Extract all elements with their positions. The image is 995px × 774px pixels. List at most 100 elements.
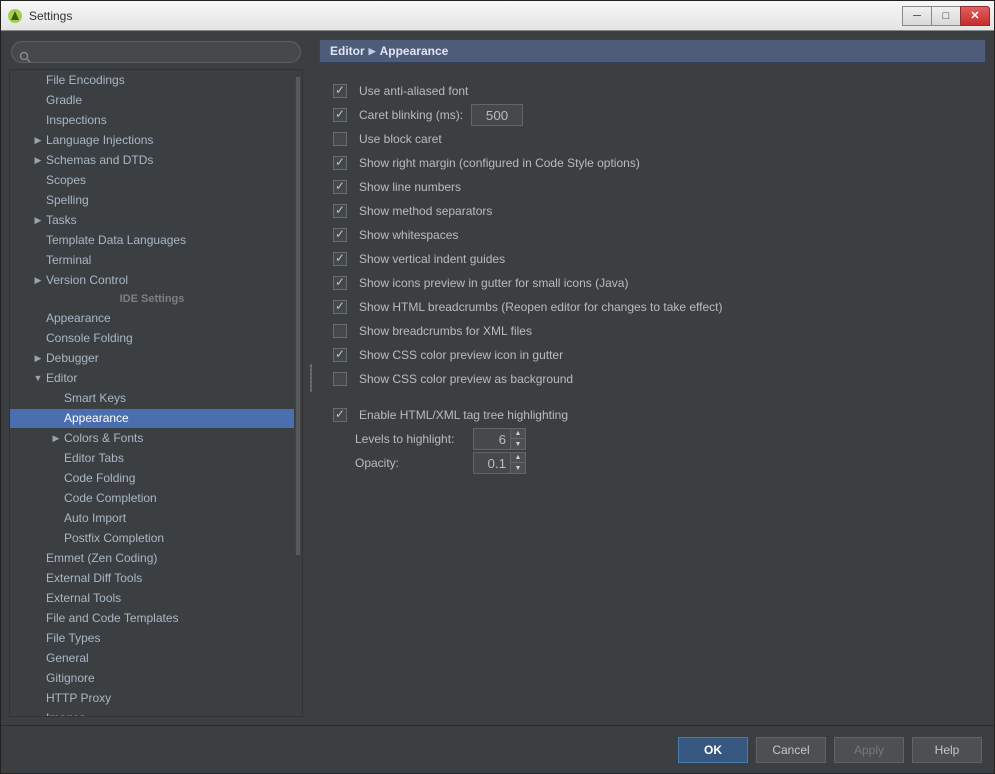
close-button[interactable]: ✕ xyxy=(960,6,990,26)
opacity-spinner[interactable]: ▲▼ xyxy=(473,452,526,474)
tree-item-label: Emmet (Zen Coding) xyxy=(46,549,157,567)
chevron-right-icon[interactable]: ▶ xyxy=(32,349,44,367)
splitter-handle[interactable] xyxy=(309,39,313,717)
tree-item-label: Template Data Languages xyxy=(46,231,186,249)
help-button[interactable]: Help xyxy=(912,737,982,763)
tree-item-label: Gitignore xyxy=(46,669,95,687)
maximize-button[interactable]: □ xyxy=(931,6,961,26)
anti-aliased-label: Use anti-aliased font xyxy=(359,84,468,98)
tree-item[interactable]: Template Data Languages xyxy=(10,231,294,250)
tree-item-label: HTTP Proxy xyxy=(46,689,111,707)
tree-item[interactable]: Terminal xyxy=(10,251,294,270)
ok-button[interactable]: OK xyxy=(678,737,748,763)
tree-item[interactable]: Console Folding xyxy=(10,329,294,348)
indent-guides-checkbox[interactable] xyxy=(333,252,347,266)
tree-item[interactable]: File and Code Templates xyxy=(10,609,294,628)
search-input[interactable] xyxy=(11,41,301,63)
css-bg-checkbox[interactable] xyxy=(333,372,347,386)
line-numbers-checkbox[interactable] xyxy=(333,180,347,194)
caret-blink-checkbox[interactable] xyxy=(333,108,347,122)
tree-item[interactable]: Editor Tabs xyxy=(10,449,294,468)
tree-item[interactable]: ▶Colors & Fonts xyxy=(10,429,294,448)
tree-item-label: Tasks xyxy=(46,211,77,229)
tree-item-label: Colors & Fonts xyxy=(64,429,143,447)
tree-scrollbar[interactable] xyxy=(294,70,302,716)
html-breadcrumbs-label: Show HTML breadcrumbs (Reopen editor for… xyxy=(359,300,723,314)
opacity-input[interactable] xyxy=(473,452,511,474)
tree-item[interactable]: Emmet (Zen Coding) xyxy=(10,549,294,568)
chevron-down-icon[interactable]: ▼ xyxy=(32,369,44,387)
apply-button[interactable]: Apply xyxy=(834,737,904,763)
tree-item[interactable]: External Diff Tools xyxy=(10,569,294,588)
chevron-right-icon[interactable]: ▶ xyxy=(50,429,62,447)
block-caret-checkbox[interactable] xyxy=(333,132,347,146)
tree-item[interactable]: File Types xyxy=(10,629,294,648)
tree-item[interactable]: ▶Language Injections xyxy=(10,131,294,150)
tag-tree-checkbox[interactable] xyxy=(333,408,347,422)
tree-item[interactable]: ▼Editor xyxy=(10,369,294,388)
gutter-icons-checkbox[interactable] xyxy=(333,276,347,290)
tree-item[interactable]: Appearance xyxy=(10,409,294,428)
chevron-right-icon[interactable]: ▶ xyxy=(32,151,44,169)
css-gutter-checkbox[interactable] xyxy=(333,348,347,362)
tree-item-label: Editor xyxy=(46,369,77,387)
tree-item[interactable]: Code Completion xyxy=(10,489,294,508)
tree-item[interactable]: Scopes xyxy=(10,171,294,190)
tree-item[interactable]: File Encodings xyxy=(10,71,294,90)
xml-breadcrumbs-checkbox[interactable] xyxy=(333,324,347,338)
tree-item[interactable]: General xyxy=(10,649,294,668)
tree-item[interactable]: Code Folding xyxy=(10,469,294,488)
tree-item[interactable]: Gradle xyxy=(10,91,294,110)
chevron-right-icon[interactable]: ▶ xyxy=(32,271,44,289)
tree-item[interactable]: ▶Debugger xyxy=(10,349,294,368)
levels-spinner[interactable]: ▲▼ xyxy=(473,428,526,450)
minimize-button[interactable]: ─ xyxy=(902,6,932,26)
tree-item-label: Appearance xyxy=(64,409,129,427)
caret-blink-input[interactable] xyxy=(471,104,523,126)
tree-item[interactable]: Auto Import xyxy=(10,509,294,528)
anti-aliased-checkbox[interactable] xyxy=(333,84,347,98)
tree-item-label: File Types xyxy=(46,629,100,647)
spinner-up-icon[interactable]: ▲ xyxy=(511,453,525,463)
tree-item[interactable]: Images xyxy=(10,709,294,717)
css-gutter-label: Show CSS color preview icon in gutter xyxy=(359,348,563,362)
spinner-down-icon[interactable]: ▼ xyxy=(511,463,525,473)
breadcrumb: Editor ▶ Appearance xyxy=(319,39,986,63)
tree-item[interactable]: External Tools xyxy=(10,589,294,608)
tree-item[interactable]: Smart Keys xyxy=(10,389,294,408)
whitespaces-checkbox[interactable] xyxy=(333,228,347,242)
tree-item[interactable]: HTTP Proxy xyxy=(10,689,294,708)
tree-item[interactable]: Postfix Completion xyxy=(10,529,294,548)
html-breadcrumbs-checkbox[interactable] xyxy=(333,300,347,314)
tag-tree-label: Enable HTML/XML tag tree highlighting xyxy=(359,408,568,422)
spinner-down-icon[interactable]: ▼ xyxy=(511,439,525,449)
tree-item[interactable]: Gitignore xyxy=(10,669,294,688)
tree-item-label: Postfix Completion xyxy=(64,529,164,547)
line-numbers-label: Show line numbers xyxy=(359,180,461,194)
chevron-right-icon[interactable]: ▶ xyxy=(32,211,44,229)
tree-item-label: Gradle xyxy=(46,91,82,109)
tree-item[interactable]: Spelling xyxy=(10,191,294,210)
tree-item[interactable]: ▶Tasks xyxy=(10,211,294,230)
tree-item[interactable]: ▶Version Control xyxy=(10,271,294,290)
whitespaces-label: Show whitespaces xyxy=(359,228,458,242)
window-buttons: ─ □ ✕ xyxy=(903,6,990,26)
window-title: Settings xyxy=(29,9,903,23)
sidebar: File EncodingsGradle Inspections▶Language… xyxy=(9,39,303,717)
breadcrumb-child: Appearance xyxy=(380,44,449,58)
tree-item[interactable]: ▶Schemas and DTDs xyxy=(10,151,294,170)
tree-item[interactable]: Appearance xyxy=(10,309,294,328)
levels-input[interactable] xyxy=(473,428,511,450)
tree-item-label: General xyxy=(46,649,89,667)
levels-label: Levels to highlight: xyxy=(355,432,465,446)
block-caret-label: Use block caret xyxy=(359,132,442,146)
tree-item-label: Code Completion xyxy=(64,489,157,507)
chevron-right-icon[interactable]: ▶ xyxy=(32,131,44,149)
method-sep-checkbox[interactable] xyxy=(333,204,347,218)
cancel-button[interactable]: Cancel xyxy=(756,737,826,763)
right-margin-checkbox[interactable] xyxy=(333,156,347,170)
tree-item[interactable]: Inspections xyxy=(10,111,294,130)
tree-item-label: External Diff Tools xyxy=(46,569,142,587)
spinner-up-icon[interactable]: ▲ xyxy=(511,429,525,439)
ide-settings-header: IDE Settings xyxy=(10,290,294,308)
